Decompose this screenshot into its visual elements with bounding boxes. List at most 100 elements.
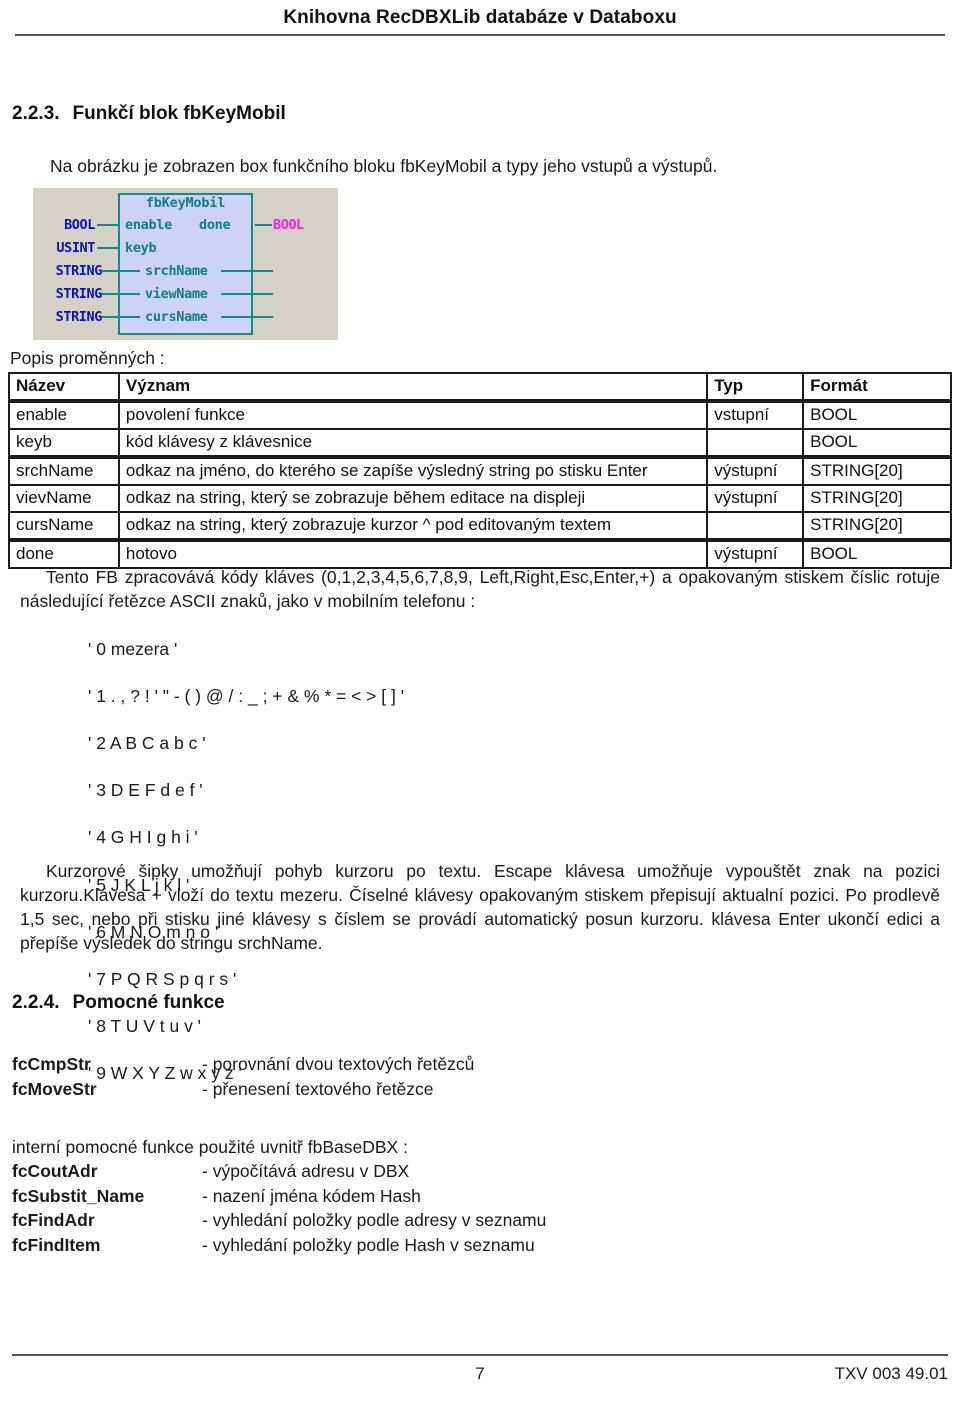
wire-srchname-out bbox=[221, 270, 273, 272]
section-heading-helpers: 2.2.4. Pomocné funkce bbox=[12, 992, 225, 1014]
table-row: vievName odkaz na string, který se zobra… bbox=[8, 484, 952, 513]
input-type-string-2: STRING bbox=[55, 286, 103, 302]
table-row: done hotovo výstupní BOOL bbox=[8, 539, 952, 569]
output-type-bool: BOOL bbox=[273, 217, 304, 233]
wire-cursname-in bbox=[102, 316, 140, 318]
list-item: fcMoveStr - přenesení textového řetězce bbox=[12, 1077, 474, 1102]
function-desc: - porovnání dvou textových řetězců bbox=[202, 1054, 475, 1074]
cell-name: enable bbox=[8, 400, 120, 430]
function-desc: - vyhledání položky podle adresy v sezna… bbox=[202, 1210, 547, 1230]
pin-keyb: keyb bbox=[125, 240, 157, 256]
cell-name: srchName bbox=[8, 456, 120, 486]
cell-type bbox=[706, 428, 805, 459]
key-string-item: ' 7 P Q R S p q r s ' bbox=[88, 968, 237, 989]
table-caption: Popis proměnných : bbox=[10, 348, 165, 368]
header-rule bbox=[15, 34, 945, 36]
list-item: fcCmpStr - porovnání dvou textových řetě… bbox=[12, 1052, 474, 1077]
cell-type bbox=[706, 511, 805, 542]
function-desc: - nazení jména kódem Hash bbox=[202, 1185, 421, 1206]
cell-name: done bbox=[8, 539, 120, 569]
pin-cursname: cursName bbox=[145, 309, 208, 325]
function-name: fcFindAdr bbox=[12, 1210, 95, 1230]
key-string-item: ' 0 mezera ' bbox=[88, 638, 178, 659]
wire-done-out bbox=[255, 224, 272, 226]
cell-format: STRING[20] bbox=[802, 484, 952, 513]
wire-cursname-out bbox=[221, 316, 273, 318]
function-block-name: fbKeyMobil bbox=[145, 195, 226, 211]
section-number-fb: 2.2.3. bbox=[12, 103, 60, 124]
page-footer: 7 TXV 003 49.01 bbox=[0, 1354, 960, 1414]
cell-format: BOOL bbox=[802, 428, 952, 459]
function-desc: - vyhledání položky podle Hash v seznamu bbox=[202, 1234, 535, 1255]
cell-meaning: kód klávesy z klávesnice bbox=[117, 428, 709, 459]
cell-type: výstupní bbox=[706, 539, 805, 569]
input-type-string-1: STRING bbox=[55, 263, 103, 279]
table-header-row: Název Význam Typ Formát bbox=[8, 372, 952, 403]
list-item: fcSubstit_Name - nazení jména kódem Hash bbox=[12, 1184, 546, 1209]
cell-meaning: hotovo bbox=[117, 539, 709, 569]
list-item: fcFindAdr - vyhledání položky podle adre… bbox=[12, 1208, 546, 1233]
public-helper-list: fcCmpStr - porovnání dvou textových řetě… bbox=[12, 1052, 474, 1101]
internal-helper-list: fcCoutAdr - výpočítává adresu v DBX fcSu… bbox=[12, 1159, 546, 1257]
cell-meaning: odkaz na string, který se zobrazuje běhe… bbox=[117, 484, 709, 513]
pin-srchname: srchName bbox=[145, 263, 208, 279]
section-title-fb: Funkčí blok fbKeyMobil bbox=[72, 103, 286, 124]
key-string-item: ' 4 G H I g h i ' bbox=[88, 827, 198, 848]
cell-name: keyb bbox=[8, 428, 120, 459]
col-header-meaning: Význam bbox=[117, 372, 709, 403]
cell-type: výstupní bbox=[706, 484, 805, 513]
list-item: fcFindItem - vyhledání položky podle Has… bbox=[12, 1233, 546, 1258]
footer-rule bbox=[12, 1354, 948, 1356]
cell-name: cursName bbox=[8, 511, 120, 542]
input-type-string-3: STRING bbox=[55, 309, 103, 325]
cell-type: vstupní bbox=[706, 400, 805, 430]
input-type-bool: BOOL bbox=[64, 217, 95, 233]
wire-enable bbox=[97, 224, 120, 226]
input-type-usint: USINT bbox=[56, 240, 95, 256]
function-name: fcSubstit_Name bbox=[12, 1185, 145, 1206]
list-item: fcCoutAdr - výpočítává adresu v DBX bbox=[12, 1159, 546, 1184]
cell-meaning: odkaz na string, který zobrazuje kurzor … bbox=[117, 511, 709, 542]
section-heading-fb: 2.2.3. Funkčí blok fbKeyMobil bbox=[12, 103, 286, 125]
page-header: Knihovna RecDBXLib databáze v Databoxu bbox=[0, 0, 960, 36]
wire-viewname-out bbox=[221, 293, 273, 295]
wire-viewname-in bbox=[102, 293, 140, 295]
pin-enable: enable bbox=[125, 217, 172, 233]
table-row: srchName odkaz na jméno, do kterého se z… bbox=[8, 456, 952, 486]
description-outro: Kurzorové šipky umožňují pohyb kurzoru p… bbox=[20, 861, 940, 953]
cell-format: STRING[20] bbox=[802, 511, 952, 542]
wire-srchname-in bbox=[102, 270, 140, 272]
function-name: fcCoutAdr bbox=[12, 1161, 98, 1181]
function-block-diagram: fbKeyMobil BOOL USINT STRING STRING STRI… bbox=[33, 188, 338, 340]
key-string-item: ' 1 . , ? ! ' " - ( ) @ / : _ ; + & % * … bbox=[88, 685, 405, 706]
key-string-item: ' 2 A B C a b c ' bbox=[88, 732, 206, 753]
function-name: fcFindItem bbox=[12, 1234, 101, 1255]
col-header-type: Typ bbox=[706, 372, 805, 403]
table-row: keyb kód klávesy z klávesnice BOOL bbox=[8, 428, 952, 459]
variables-table: Název Význam Typ Formát enable povolení … bbox=[8, 372, 952, 569]
col-header-name: Název bbox=[8, 372, 120, 403]
cell-format: STRING[20] bbox=[802, 456, 952, 486]
pin-done: done bbox=[199, 217, 231, 233]
page-number: 7 bbox=[475, 1364, 485, 1383]
function-desc: - přenesení textového řetězce bbox=[202, 1078, 434, 1099]
table-row: enable povolení funkce vstupní BOOL bbox=[8, 400, 952, 430]
document-code: TXV 003 49.01 bbox=[834, 1364, 948, 1383]
key-string-item: ' 8 T U V t u v ' bbox=[88, 1016, 202, 1037]
cell-meaning: odkaz na jméno, do kterého se zapíše výs… bbox=[117, 456, 709, 486]
section-title-helpers: Pomocné funkce bbox=[72, 992, 225, 1013]
cell-meaning: povolení funkce bbox=[117, 400, 709, 430]
col-header-format: Formát bbox=[802, 372, 952, 403]
function-name: fcMoveStr bbox=[12, 1078, 97, 1099]
function-desc: - výpočítává adresu v DBX bbox=[202, 1161, 410, 1181]
wire-keyb bbox=[97, 247, 120, 249]
pin-viewname: viewName bbox=[145, 286, 208, 302]
cell-format: BOOL bbox=[802, 400, 952, 430]
cell-format: BOOL bbox=[802, 539, 952, 569]
internal-helpers-intro: interní pomocné funkce použité uvnitř fb… bbox=[12, 1137, 408, 1157]
function-name: fcCmpStr bbox=[12, 1054, 91, 1074]
key-string-item: ' 3 D E F d e f ' bbox=[88, 780, 203, 801]
cell-type: výstupní bbox=[706, 456, 805, 486]
fb-intro-paragraph: Na obrázku je zobrazen box funkčního blo… bbox=[50, 156, 718, 176]
cell-name: vievName bbox=[8, 484, 120, 513]
